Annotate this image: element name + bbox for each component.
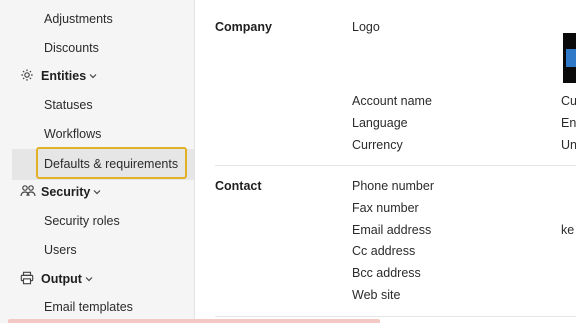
sidebar-group-label: Entities (41, 69, 87, 83)
sidebar-item-adjustments[interactable]: Adjustments (44, 12, 113, 26)
sidebar-item-workflows[interactable]: Workflows (44, 127, 101, 141)
sidebar-item-email-templates[interactable]: Email templates (44, 300, 133, 314)
sidebar-item-discounts[interactable]: Discounts (44, 41, 99, 55)
sidebar-item-security-roles[interactable]: Security roles (44, 214, 120, 228)
field-label-currency: Currency (352, 138, 403, 152)
print-icon (20, 271, 36, 287)
sidebar-group-entities[interactable]: Entities (20, 68, 98, 84)
gear-icon (20, 68, 36, 84)
field-value-language[interactable]: En (561, 116, 576, 130)
field-label-fax-number: Fax number (352, 201, 419, 215)
field-value-account-name[interactable]: Cu (561, 94, 576, 108)
section-divider (215, 316, 576, 317)
sidebar: Adjustments Discounts Entities Statuses … (0, 0, 195, 323)
sidebar-group-label: Output (41, 272, 82, 286)
field-label-logo: Logo (352, 20, 380, 34)
sidebar-group-label: Security (41, 185, 91, 199)
field-label-account-name: Account name (352, 94, 432, 108)
field-label-cc-address: Cc address (352, 244, 416, 258)
people-icon (20, 184, 36, 200)
section-divider (215, 165, 576, 166)
selection-highlight (36, 147, 187, 179)
section-title-company: Company (215, 20, 272, 34)
chevron-down-icon (92, 187, 102, 197)
section-title-contact: Contact (215, 179, 262, 193)
field-value-email-address[interactable]: ke (561, 223, 574, 237)
chevron-down-icon (88, 71, 98, 81)
sidebar-group-output[interactable]: Output (20, 271, 94, 287)
field-label-language: Language (352, 116, 408, 130)
main-content: Company Logo Account name Cu Language En… (195, 0, 576, 323)
logo-mark (566, 49, 576, 67)
bottom-notification-bar (8, 319, 380, 323)
sidebar-item-users[interactable]: Users (44, 243, 77, 257)
field-label-email-address: Email address (352, 223, 432, 237)
field-label-bcc-address: Bcc address (352, 266, 421, 280)
sidebar-item-statuses[interactable]: Statuses (44, 98, 93, 112)
field-value-currency[interactable]: Un (561, 138, 576, 152)
sidebar-group-security[interactable]: Security (20, 184, 102, 200)
company-logo-image[interactable] (563, 33, 576, 83)
field-label-web-site: Web site (352, 288, 401, 302)
field-label-phone-number: Phone number (352, 179, 435, 193)
chevron-down-icon (84, 274, 94, 284)
